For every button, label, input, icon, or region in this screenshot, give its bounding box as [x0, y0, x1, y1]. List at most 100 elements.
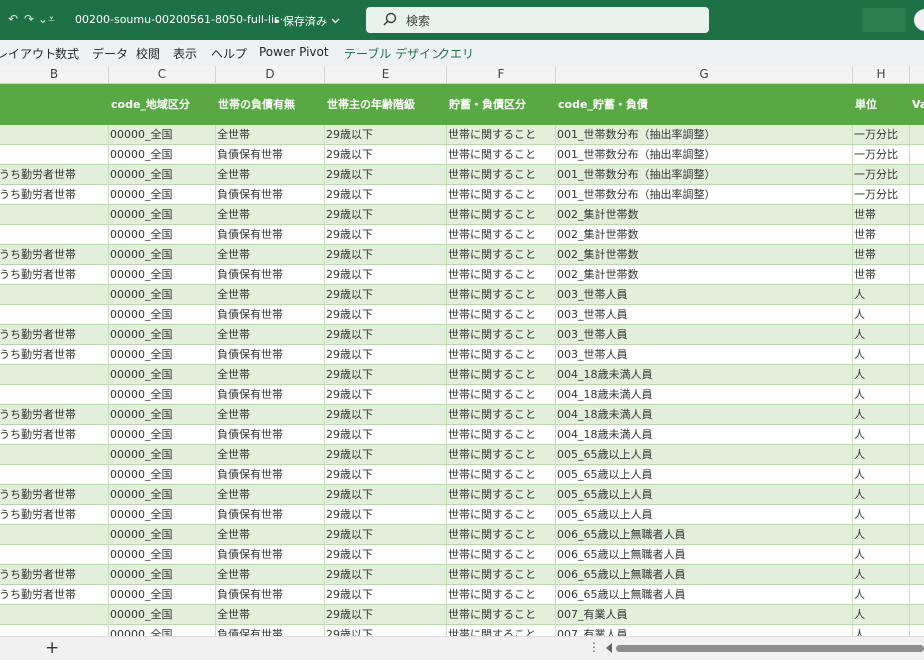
- cell-debt-status[interactable]: 全世帯: [215, 285, 324, 305]
- tab-formulas[interactable]: 数式: [55, 45, 79, 62]
- cell-savings-debt-code[interactable]: 005_65歳以上人員: [555, 445, 852, 465]
- cell-debt-status[interactable]: 全世帯: [215, 565, 324, 585]
- cell-unit[interactable]: 人: [852, 525, 909, 545]
- column-header-g[interactable]: G: [555, 66, 852, 84]
- cell-savings-debt-code[interactable]: 004_18歳未満人員: [555, 405, 852, 425]
- cell-unit[interactable]: 人: [852, 565, 909, 585]
- add-sheet-button[interactable]: +: [45, 638, 59, 658]
- cell-savings-debt-code[interactable]: 007_有業人員: [555, 605, 852, 625]
- cell-region-code[interactable]: 00000_全国: [108, 485, 215, 505]
- cell-unit[interactable]: 人: [852, 505, 909, 525]
- cell-household-type[interactable]: [0, 625, 108, 636]
- cell-savings-debt-code[interactable]: 006_65歳以上無職者人員: [555, 585, 852, 605]
- cell-category[interactable]: 世帯に関すること: [446, 165, 555, 185]
- cell-age-group[interactable]: 29歳以下: [324, 365, 446, 385]
- header-cell-value[interactable]: Va: [909, 84, 924, 125]
- cell-unit[interactable]: 一万分比: [852, 145, 909, 165]
- cell-region-code[interactable]: 00000_全国: [108, 425, 215, 445]
- tab-page-layout[interactable]: レイアウト: [0, 45, 56, 62]
- cell-household-type[interactable]: のうち勤労者世帯: [0, 165, 108, 185]
- cell-debt-status[interactable]: 負債保有世帯: [215, 505, 324, 525]
- cell-savings-debt-code[interactable]: 004_18歳未満人員: [555, 385, 852, 405]
- cell-household-type[interactable]: [0, 305, 108, 325]
- column-header-h[interactable]: H: [852, 66, 909, 84]
- cell-age-group[interactable]: 29歳以下: [324, 345, 446, 365]
- cell-household-type[interactable]: [0, 225, 108, 245]
- cell-savings-debt-code[interactable]: 004_18歳未満人員: [555, 425, 852, 445]
- horizontal-scrollbar[interactable]: [616, 645, 924, 652]
- cell-unit[interactable]: 人: [852, 545, 909, 565]
- cell-category[interactable]: 世帯に関すること: [446, 465, 555, 485]
- cell-unit[interactable]: 人: [852, 465, 909, 485]
- cell-savings-debt-code[interactable]: 007_有業人員: [555, 625, 852, 636]
- cell-category[interactable]: 世帯に関すること: [446, 305, 555, 325]
- header-cell-savings-debt-category[interactable]: 貯蓄・負債区分: [446, 84, 555, 125]
- cell-savings-debt-code[interactable]: 002_集計世帯数: [555, 225, 852, 245]
- cell-household-type[interactable]: のうち勤労者世帯: [0, 505, 108, 525]
- cell-household-type[interactable]: [0, 145, 108, 165]
- cell-region-code[interactable]: 00000_全国: [108, 145, 215, 165]
- cell-unit[interactable]: 人: [852, 345, 909, 365]
- cell-unit[interactable]: 人: [852, 585, 909, 605]
- cell-savings-debt-code[interactable]: 003_世帯人員: [555, 305, 852, 325]
- cell-age-group[interactable]: 29歳以下: [324, 285, 446, 305]
- cell-household-type[interactable]: のうち勤労者世帯: [0, 485, 108, 505]
- search-box[interactable]: 検索: [366, 7, 709, 33]
- cell-category[interactable]: 世帯に関すること: [446, 365, 555, 385]
- cell-savings-debt-code[interactable]: 001_世帯数分布（抽出率調整）: [555, 145, 852, 165]
- header-cell-savings-debt-code[interactable]: code_貯蓄・負債: [555, 84, 852, 125]
- tab-review[interactable]: 校閲: [136, 45, 160, 62]
- cell-unit[interactable]: 人: [852, 365, 909, 385]
- cell-category[interactable]: 世帯に関すること: [446, 125, 555, 145]
- cell-age-group[interactable]: 29歳以下: [324, 305, 446, 325]
- cell-debt-status[interactable]: 負債保有世帯: [215, 585, 324, 605]
- cell-household-type[interactable]: のうち勤労者世帯: [0, 405, 108, 425]
- cell-unit[interactable]: 世帯: [852, 265, 909, 285]
- cell-savings-debt-code[interactable]: 006_65歳以上無職者人員: [555, 525, 852, 545]
- cell-category[interactable]: 世帯に関すること: [446, 565, 555, 585]
- document-title[interactable]: 00200-soumu-00200561-8050-full-lis···: [75, 13, 290, 26]
- avatar[interactable]: [914, 9, 924, 31]
- title-bar-button[interactable]: [862, 8, 906, 32]
- cell-debt-status[interactable]: 全世帯: [215, 165, 324, 185]
- cell-debt-status[interactable]: 負債保有世帯: [215, 305, 324, 325]
- cell-debt-status[interactable]: 全世帯: [215, 445, 324, 465]
- cell-debt-status[interactable]: 負債保有世帯: [215, 345, 324, 365]
- column-header-i[interactable]: [909, 66, 924, 84]
- cell-region-code[interactable]: 00000_全国: [108, 325, 215, 345]
- cell-region-code[interactable]: 00000_全国: [108, 385, 215, 405]
- cell-unit[interactable]: 人: [852, 405, 909, 425]
- tab-query[interactable]: クエリ: [438, 45, 474, 62]
- column-header-c[interactable]: C: [108, 66, 215, 84]
- cell-debt-status[interactable]: 全世帯: [215, 485, 324, 505]
- cell-region-code[interactable]: 00000_全国: [108, 205, 215, 225]
- cell-age-group[interactable]: 29歳以下: [324, 605, 446, 625]
- cell-category[interactable]: 世帯に関すること: [446, 545, 555, 565]
- cell-household-type[interactable]: のうち勤労者世帯: [0, 245, 108, 265]
- cell-savings-debt-code[interactable]: 006_65歳以上無職者人員: [555, 545, 852, 565]
- cell-savings-debt-code[interactable]: 001_世帯数分布（抽出率調整）: [555, 165, 852, 185]
- cell-age-group[interactable]: 29歳以下: [324, 565, 446, 585]
- redo-icon[interactable]: ↷ ⌄: [24, 12, 48, 26]
- cell-category[interactable]: 世帯に関すること: [446, 485, 555, 505]
- cell-region-code[interactable]: 00000_全国: [108, 605, 215, 625]
- cell-unit[interactable]: 人: [852, 325, 909, 345]
- column-header-d[interactable]: D: [215, 66, 324, 84]
- cell-age-group[interactable]: 29歳以下: [324, 445, 446, 465]
- cell-debt-status[interactable]: 負債保有世帯: [215, 425, 324, 445]
- cell-savings-debt-code[interactable]: 003_世帯人員: [555, 285, 852, 305]
- cell-region-code[interactable]: 00000_全国: [108, 245, 215, 265]
- cell-region-code[interactable]: 00000_全国: [108, 405, 215, 425]
- cell-age-group[interactable]: 29歳以下: [324, 185, 446, 205]
- cell-household-type[interactable]: [0, 525, 108, 545]
- cell-unit[interactable]: 人: [852, 305, 909, 325]
- cell-age-group[interactable]: 29歳以下: [324, 405, 446, 425]
- more-options-icon[interactable]: ⋮: [588, 640, 600, 654]
- cell-region-code[interactable]: 00000_全国: [108, 285, 215, 305]
- cell-age-group[interactable]: 29歳以下: [324, 165, 446, 185]
- cell-category[interactable]: 世帯に関すること: [446, 145, 555, 165]
- cell-unit[interactable]: 人: [852, 625, 909, 636]
- cell-region-code[interactable]: 00000_全国: [108, 345, 215, 365]
- cell-savings-debt-code[interactable]: 006_65歳以上無職者人員: [555, 565, 852, 585]
- cell-household-type[interactable]: [0, 545, 108, 565]
